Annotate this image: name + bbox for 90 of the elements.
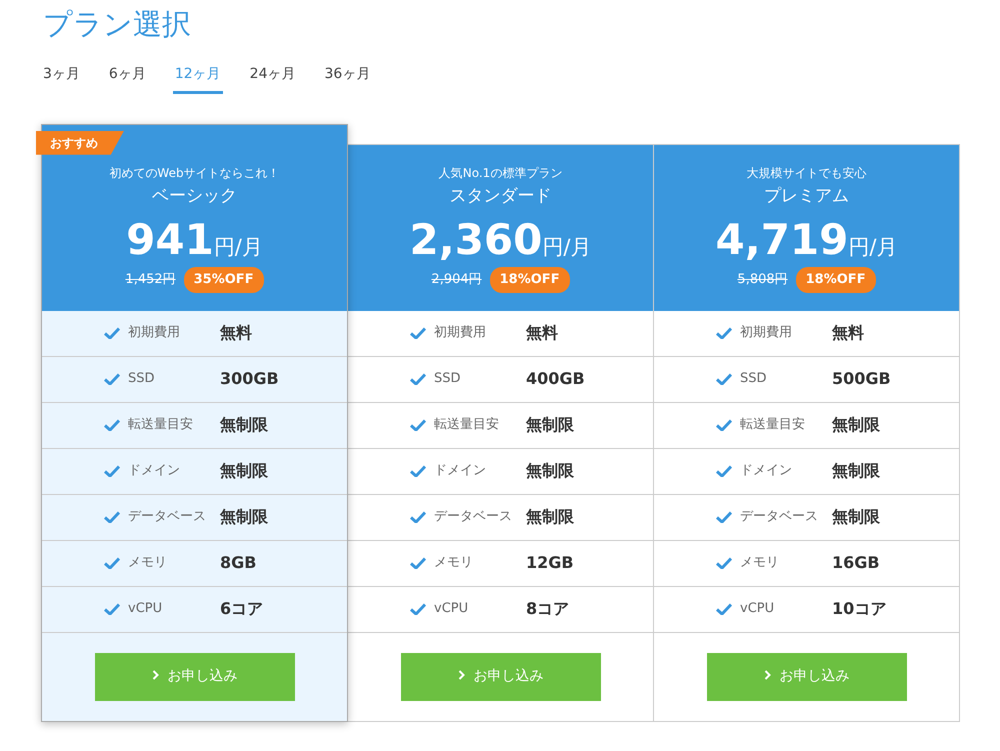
original-price: 1,452円 [125,271,176,290]
check-icon [410,557,426,570]
feature-label: データベース [128,508,207,526]
chevron-icon [152,670,160,680]
feature-value: 8GB [220,552,256,574]
feature-value: 10コア [832,598,886,620]
check-icon [716,511,732,524]
feature-value: 無料 [220,322,252,344]
check-icon [410,465,426,478]
original-price: 2,904円 [431,271,482,290]
plan-tagline: 人気No.1の標準プラン [438,164,564,182]
check-icon [104,373,120,386]
check-icon [410,373,426,386]
chevron-icon [458,670,466,680]
feature-label: ドメイン [128,462,181,480]
price-unit: 円/月 [542,235,592,260]
feature-value: 無制限 [832,506,880,528]
feature-label: SSD [740,370,768,388]
check-icon [104,327,120,340]
feature-label: 初期費用 [434,324,487,342]
discount-badge: 18%OFF [490,267,570,293]
feature-value: 無制限 [220,460,268,482]
feature-value: 無制限 [832,414,880,436]
feature-value: 300GB [220,368,279,390]
feature-label: vCPU [434,600,470,618]
feature-label: ドメイン [740,462,793,480]
feature-label: SSD [128,370,156,388]
feature-value: 500GB [832,368,891,390]
feature-value: 無制限 [220,506,268,528]
plan-name: ベーシック [151,184,238,208]
check-icon [410,511,426,524]
check-icon [716,373,732,386]
feature-value: 無制限 [832,460,880,482]
feature-value: 無制限 [526,460,574,482]
check-icon [104,465,120,478]
check-icon [104,419,120,432]
feature-label: SSD [434,370,462,388]
check-icon [716,465,732,478]
feature-value: 無制限 [526,414,574,436]
check-icon [410,327,426,340]
chevron-icon [764,670,772,680]
feature-value: 6コア [220,598,264,620]
feature-label: vCPU [128,600,164,618]
plan-price: 941 [126,215,214,264]
feature-label: 初期費用 [740,324,793,342]
check-icon [716,557,732,570]
discount-badge: 35%OFF [184,267,264,293]
feature-value: 無料 [832,322,864,344]
plan-tagline: 初めてのWebサイトならこれ！ [108,164,281,182]
period-tab[interactable]: 3ヶ月 [41,64,82,94]
plan-tagline: 大規模サイトでも安心 [746,164,868,182]
feature-label: メモリ [434,554,474,572]
feature-label: 初期費用 [128,324,181,342]
price-unit: 円/月 [214,235,263,260]
feature-value: 無料 [526,322,558,344]
feature-label: ドメイン [434,462,487,480]
period-tab[interactable]: 36ヶ月 [322,64,372,94]
feature-value: 12GB [526,552,574,574]
feature-label: メモリ [740,554,780,572]
check-icon [716,603,732,616]
feature-value: 400GB [526,368,585,390]
check-icon [716,327,732,340]
feature-value: 16GB [832,552,880,574]
plan-price: 4,719 [716,215,848,264]
feature-label: データベース [740,508,819,526]
check-icon [410,603,426,616]
feature-label: vCPU [740,600,776,618]
check-icon [104,603,120,616]
check-icon [104,511,120,524]
check-icon [104,557,120,570]
feature-label: 転送量目安 [434,416,500,434]
recommended-ribbon: おすすめ [36,130,124,155]
plan-name: スタンダード [448,184,552,208]
check-icon [410,419,426,432]
check-icon [716,419,732,432]
plan-price: 2,360 [410,215,542,264]
period-tab[interactable]: 6ヶ月 [106,64,148,94]
feature-value: 無制限 [526,506,574,528]
feature-label: データベース [434,508,513,526]
original-price: 5,808円 [737,271,788,290]
page-title: プラン選択 [43,6,192,43]
price-unit: 円/月 [848,235,898,260]
feature-label: メモリ [128,554,168,572]
discount-badge: 18%OFF [796,267,876,293]
plan-name: プレミアム [763,184,850,208]
feature-label: 転送量目安 [740,416,806,434]
feature-value: 無制限 [220,414,268,436]
feature-value: 8コア [526,598,570,620]
feature-label: 転送量目安 [128,416,194,434]
period-tab[interactable]: 24ヶ月 [248,64,298,94]
